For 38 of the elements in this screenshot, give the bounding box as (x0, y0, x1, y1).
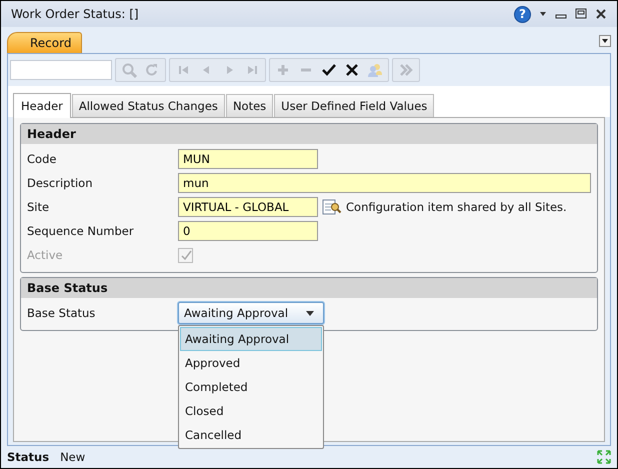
tab[interactable]: Header (13, 93, 71, 118)
input-field[interactable]: 0 (178, 221, 318, 241)
caret-icon[interactable] (539, 11, 547, 17)
input-field[interactable]: MUN (178, 149, 318, 169)
list-item[interactable]: Approved (180, 351, 322, 375)
section-title: Base Status (21, 278, 597, 298)
check-icon[interactable] (321, 62, 337, 78)
document-search-icon[interactable] (322, 198, 342, 216)
section-title: Header (21, 124, 597, 144)
tab[interactable]: Notes (226, 94, 274, 117)
resize-icon[interactable] (597, 450, 611, 464)
help-button[interactable]: ? (514, 6, 531, 22)
list-item[interactable]: Cancelled (180, 423, 322, 447)
close-icon[interactable] (595, 8, 607, 20)
list-item[interactable]: Closed (180, 399, 322, 423)
dropdown[interactable]: Awaiting Approval (178, 302, 324, 324)
ribbon-tab[interactable]: Record (7, 32, 82, 53)
field-label: Description (27, 176, 94, 190)
note-text: Configuration item shared by all Sites. (346, 200, 567, 214)
field-label: Base Status (27, 306, 96, 320)
dropdown-icon[interactable] (599, 35, 611, 47)
search-field[interactable] (10, 60, 112, 80)
field-label: Sequence Number (27, 224, 135, 238)
field-label: Active (27, 248, 64, 262)
tab[interactable]: User Defined Field Values (274, 94, 434, 117)
tab[interactable]: Allowed Status Changes (72, 94, 225, 117)
caret-icon (306, 310, 314, 316)
window-title: Work Order Status: [] (11, 7, 140, 21)
list-item[interactable]: Completed (180, 375, 322, 399)
field-label: Code (27, 152, 58, 166)
status-value: New (60, 450, 86, 464)
cross-icon[interactable] (344, 62, 360, 78)
list-item[interactable]: Awaiting Approval (180, 327, 322, 351)
field-label: Site (27, 200, 50, 214)
status-label: Status (7, 450, 50, 464)
maximize-icon[interactable] (575, 8, 587, 20)
input-field[interactable]: VIRTUAL - GLOBAL (178, 197, 318, 217)
input-field[interactable]: mun (178, 173, 591, 193)
